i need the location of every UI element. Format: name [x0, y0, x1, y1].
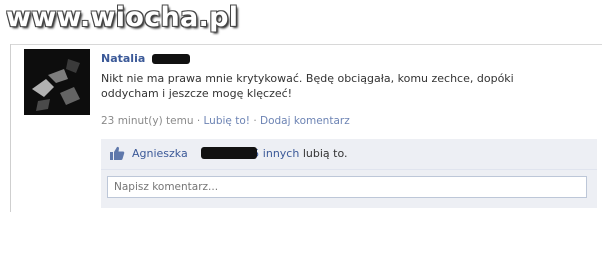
- likes-summary: Agnieszkai 5 innych lubią to.: [101, 139, 597, 170]
- like-link[interactable]: Lubię to!: [204, 115, 250, 127]
- post-author-name[interactable]: Natalia: [101, 52, 145, 65]
- comment-area: [101, 170, 597, 208]
- other-likers-link[interactable]: 5 innych: [252, 147, 299, 160]
- comment-input[interactable]: [107, 176, 587, 198]
- likes-verb: lubią to.: [302, 147, 348, 160]
- post-top-divider: [10, 44, 602, 45]
- site-watermark: www.wiocha.pl: [6, 2, 239, 33]
- thumbs-up-icon: [109, 146, 125, 165]
- liker-name[interactable]: Agnieszka: [132, 147, 188, 160]
- liker-surname-redaction: [201, 147, 257, 159]
- post-message: Nikt nie ma prawa mnie krytykować. Będę …: [101, 72, 514, 100]
- author-avatar[interactable]: [24, 49, 90, 115]
- add-comment-link[interactable]: Dodaj komentarz: [260, 115, 350, 127]
- post-meta: 23 minut(y) temu · Lubię to! · Dodaj kom…: [101, 115, 350, 127]
- post-left-divider: [10, 44, 11, 212]
- meta-separator-2: ·: [253, 115, 257, 127]
- avatar-photo-icon: [24, 49, 90, 115]
- meta-separator: ·: [196, 115, 201, 127]
- author-surname-redaction: [152, 54, 190, 64]
- post-timestamp[interactable]: 23 minut(y) temu: [101, 115, 193, 127]
